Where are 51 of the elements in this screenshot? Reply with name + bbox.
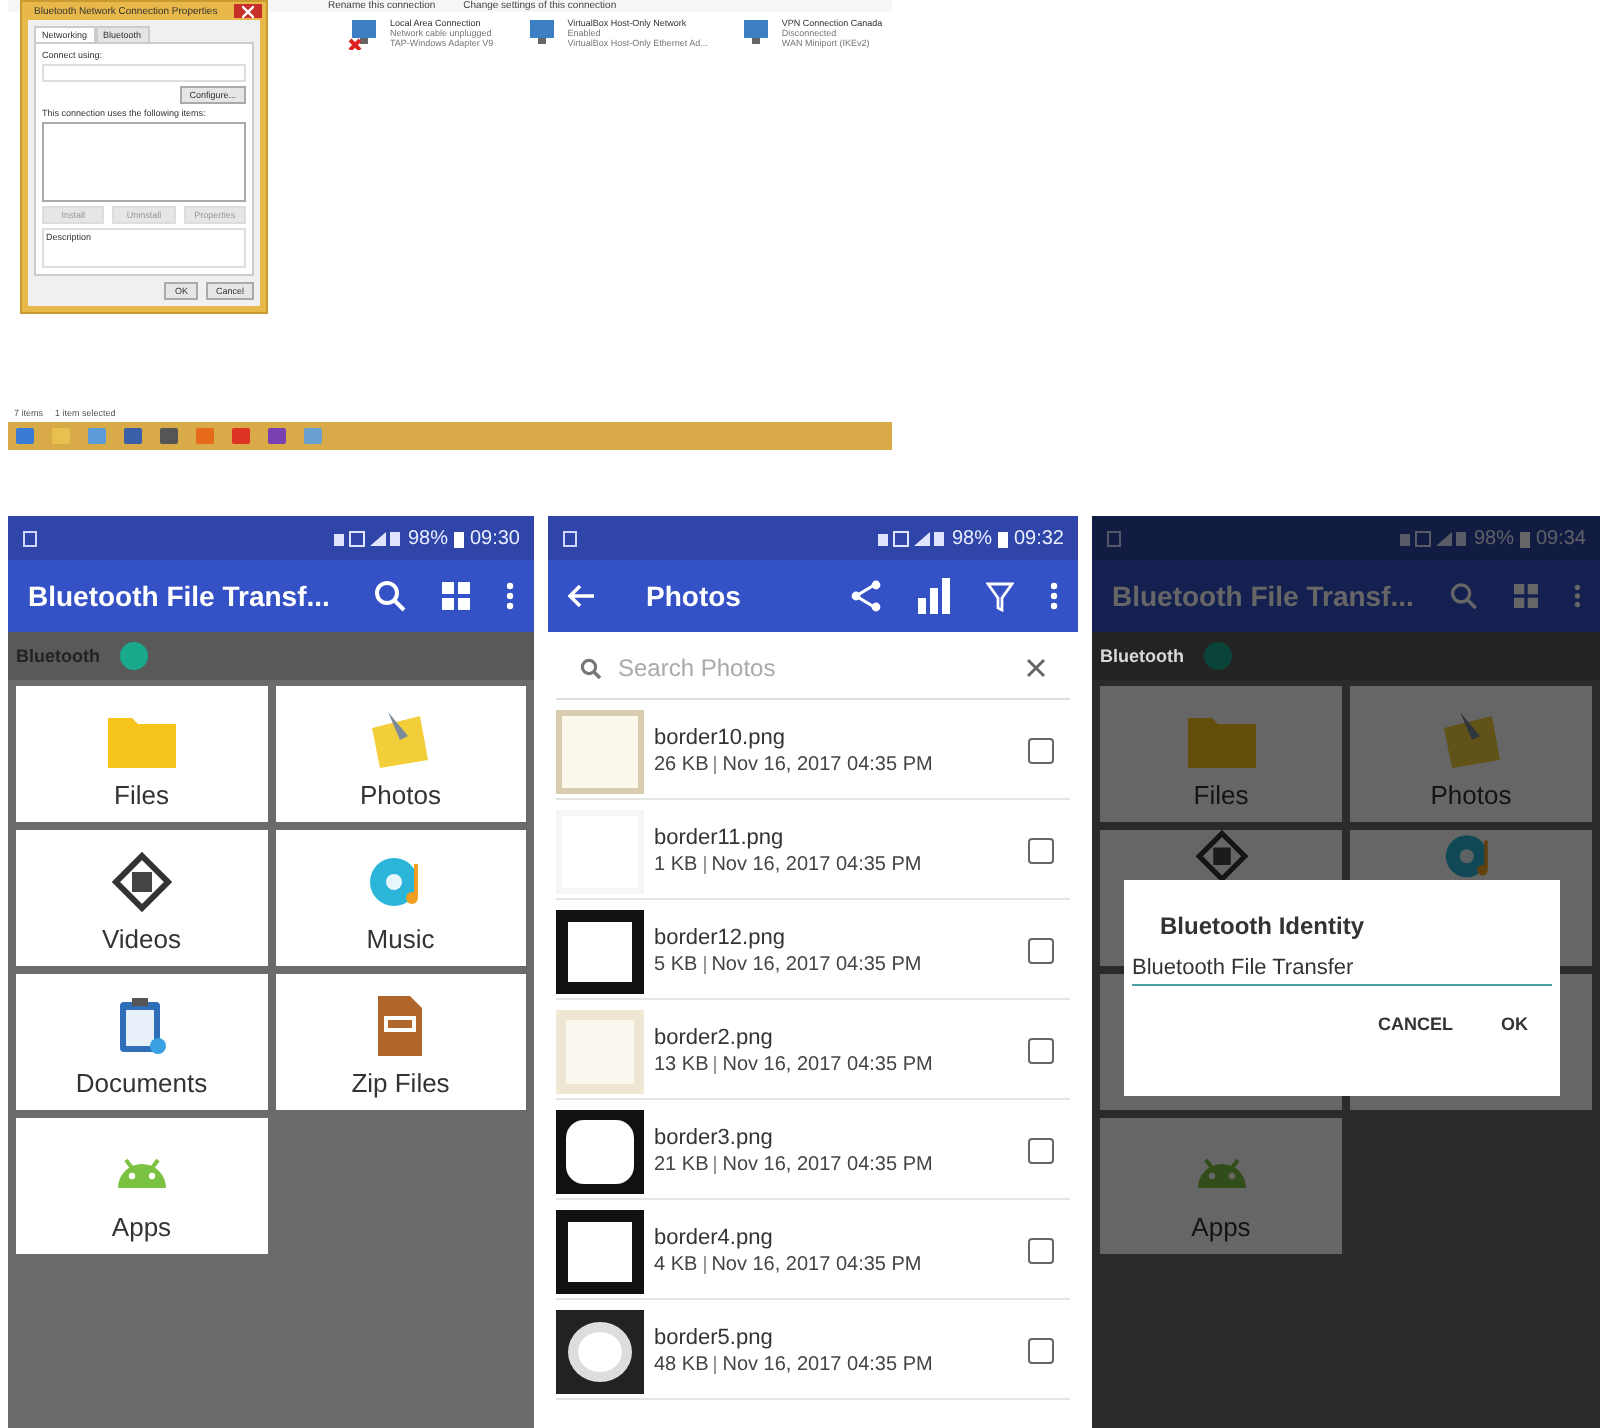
file-size: 1 KB: [654, 854, 698, 876]
clock-time: 09:32: [1013, 527, 1064, 549]
photo-row[interactable]: border10.png 26 KB Nov 16, 2017 04:35 PM: [556, 704, 1070, 800]
file-name: border10.png: [654, 726, 787, 750]
photo-row[interactable]: border12.png 5 KB Nov 16, 2017 04:35 PM: [556, 904, 1070, 1000]
file-size: 13 KB: [654, 1054, 709, 1076]
photo-row[interactable]: border3.png 21 KB Nov 16, 2017 04:35 PM: [556, 1104, 1070, 1200]
file-size: 5 KB: [654, 954, 698, 976]
file-date: Nov 16, 2017 04:35 PM: [722, 1054, 933, 1076]
dialog-button[interactable]: OK: [1501, 1014, 1528, 1034]
file-name: border2.png: [654, 1026, 775, 1050]
battery-percent: 98%: [407, 527, 448, 549]
file-date: Nov 16, 2017 04:35 PM: [722, 754, 933, 776]
photo-row[interactable]: border5.png 48 KB Nov 16, 2017 04:35 PM: [556, 1304, 1070, 1400]
file-date: Nov 16, 2017 04:35 PM: [711, 854, 922, 876]
bluetooth-label: Bluetooth: [1100, 646, 1184, 666]
file-date: Nov 16, 2017 04:35 PM: [711, 1254, 922, 1276]
file-name: border3.png: [654, 1126, 775, 1150]
file-size: 4 KB: [654, 1254, 698, 1276]
category-tile[interactable]: Music: [275, 830, 526, 966]
file-name: border4.png: [654, 1226, 775, 1250]
battery-percent: 98%: [951, 527, 992, 549]
category-tile[interactable]: Files: [16, 686, 267, 822]
file-date: Nov 16, 2017 04:35 PM: [711, 954, 922, 976]
category-tile[interactable]: Documents: [16, 974, 267, 1110]
file-size: 21 KB: [654, 1154, 709, 1176]
file-date: Nov 16, 2017 04:35 PM: [722, 1154, 933, 1176]
photo-row[interactable]: border2.png 13 KB Nov 16, 2017 04:35 PM: [556, 1004, 1070, 1100]
bluetooth-label: Bluetooth: [16, 646, 100, 666]
clock-time: 09:30: [469, 527, 520, 549]
file-size: 26 KB: [654, 754, 709, 776]
file-size: 48 KB: [654, 1354, 709, 1376]
file-name: border5.png: [654, 1326, 775, 1350]
category-tile[interactable]: Videos: [16, 830, 267, 966]
category-tile[interactable]: Photos: [275, 686, 526, 822]
dialog-title: Bluetooth Identity: [1158, 912, 1366, 940]
battery-percent: 98%: [1473, 527, 1514, 549]
name-input-field[interactable]: Bluetooth File Transfer: [1132, 952, 1552, 986]
dialog-button[interactable]: CANCEL: [1378, 1014, 1453, 1034]
search-field[interactable]: Search Photos: [614, 652, 1014, 684]
file-name: border11.png: [654, 826, 786, 850]
photo-row[interactable]: border4.png 4 KB Nov 16, 2017 04:35 PM: [556, 1204, 1070, 1300]
app-title: Bluetooth File Transf...: [1112, 580, 1414, 612]
app-title: Photos: [644, 580, 743, 612]
photo-row[interactable]: border11.png 1 KB Nov 16, 2017 04:35 PM: [556, 804, 1070, 900]
file-name: border12.png: [654, 926, 787, 950]
clock-time: 09:34: [1535, 527, 1586, 549]
category-tile[interactable]: Apps: [16, 1118, 267, 1254]
category-tile[interactable]: Zip Files: [275, 974, 526, 1110]
app-title: Bluetooth File Transf...: [28, 580, 332, 612]
file-date: Nov 16, 2017 04:35 PM: [722, 1354, 933, 1376]
